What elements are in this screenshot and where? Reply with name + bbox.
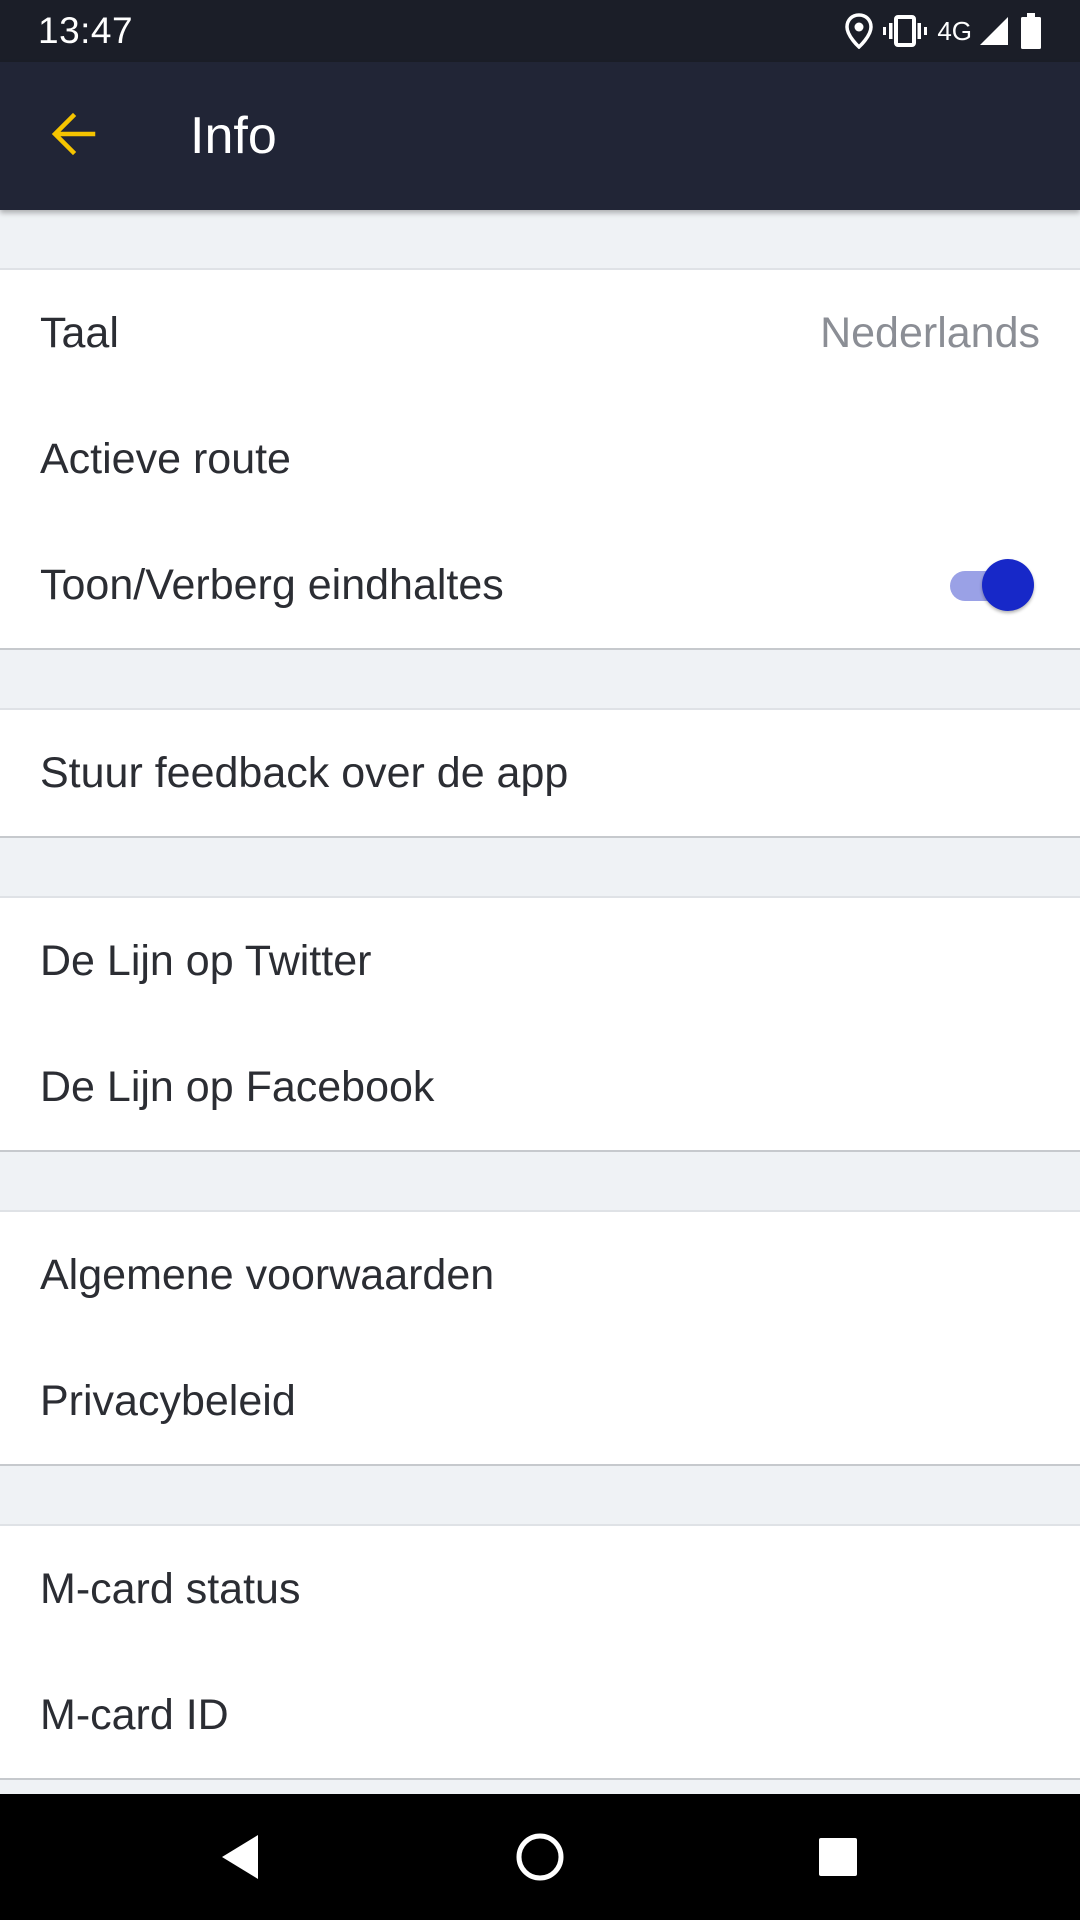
section-legal: Algemene voorwaarden Privacybeleid bbox=[0, 1210, 1080, 1466]
row-active-route[interactable]: Actieve route bbox=[0, 396, 1080, 522]
recents-square-icon bbox=[817, 1836, 859, 1883]
row-label: M-card status bbox=[40, 1564, 301, 1613]
back-triangle-icon bbox=[218, 1833, 262, 1886]
app-bar: Info bbox=[0, 62, 1080, 210]
nav-recents-button[interactable] bbox=[803, 1824, 873, 1894]
status-time: 13:47 bbox=[38, 10, 134, 51]
home-circle-icon bbox=[515, 1832, 565, 1887]
back-button[interactable] bbox=[30, 96, 116, 176]
vibrate-icon bbox=[883, 15, 928, 47]
nav-home-button[interactable] bbox=[505, 1824, 575, 1894]
language-value: Nederlands bbox=[820, 308, 1040, 357]
row-label: De Lijn op Twitter bbox=[40, 936, 372, 985]
row-twitter[interactable]: De Lijn op Twitter bbox=[0, 898, 1080, 1024]
section-mcard: M-card status M-card ID bbox=[0, 1524, 1080, 1780]
row-label: Toon/Verberg eindhaltes bbox=[40, 560, 504, 609]
row-mcard-id[interactable]: M-card ID bbox=[0, 1652, 1080, 1778]
nav-back-button[interactable] bbox=[205, 1824, 275, 1894]
row-label: Taal bbox=[40, 308, 119, 357]
row-privacy[interactable]: Privacybeleid bbox=[0, 1338, 1080, 1464]
row-label: Algemene voorwaarden bbox=[40, 1250, 495, 1299]
settings-list: Taal Nederlands Actieve route Toon/Verbe… bbox=[0, 210, 1080, 1780]
location-icon bbox=[845, 13, 874, 49]
section-general: Taal Nederlands Actieve route Toon/Verbe… bbox=[0, 268, 1080, 650]
row-toggle-endstops[interactable]: Toon/Verberg eindhaltes bbox=[0, 522, 1080, 648]
row-feedback[interactable]: Stuur feedback over de app bbox=[0, 710, 1080, 836]
toggle-thumb bbox=[982, 559, 1034, 611]
endstops-toggle[interactable] bbox=[946, 559, 1034, 611]
network-type-label: 4G bbox=[937, 16, 972, 46]
row-label: Actieve route bbox=[40, 434, 291, 483]
row-label: Privacybeleid bbox=[40, 1376, 296, 1425]
row-language[interactable]: Taal Nederlands bbox=[0, 270, 1080, 396]
row-facebook[interactable]: De Lijn op Facebook bbox=[0, 1024, 1080, 1150]
row-label: De Lijn op Facebook bbox=[40, 1062, 435, 1111]
status-bar: 13:47 4G bbox=[0, 0, 1080, 62]
row-mcard-status[interactable]: M-card status bbox=[0, 1526, 1080, 1652]
section-social: De Lijn op Twitter De Lijn op Facebook bbox=[0, 896, 1080, 1152]
section-feedback: Stuur feedback over de app bbox=[0, 708, 1080, 838]
signal-icon bbox=[978, 15, 1010, 47]
row-label: Stuur feedback over de app bbox=[40, 748, 569, 797]
row-label: M-card ID bbox=[40, 1690, 229, 1739]
page-title: Info bbox=[190, 107, 277, 165]
arrow-back-icon bbox=[49, 112, 97, 161]
battery-icon bbox=[1020, 13, 1042, 49]
status-icons: 4G bbox=[845, 10, 1042, 52]
row-terms[interactable]: Algemene voorwaarden bbox=[0, 1212, 1080, 1338]
system-nav-bar bbox=[0, 1794, 1080, 1920]
